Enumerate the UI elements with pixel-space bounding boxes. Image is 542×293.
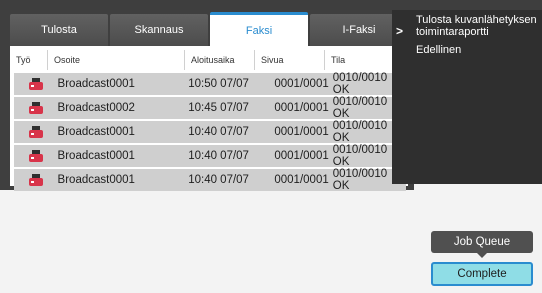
- fax-job-status-screen: Tulosta Skannaus Faksi I-Faksi Työ Osoit…: [0, 0, 542, 293]
- tab-print[interactable]: Tulosta: [10, 14, 108, 46]
- table-row[interactable]: Broadcast0001 10:40 07/07 0001/0001 0010…: [14, 120, 406, 144]
- row-pages: 0001/0001: [274, 78, 329, 90]
- table-header: Työ Osoite Aloitusaika Sivua Tila: [10, 50, 406, 70]
- mode-tabs: Tulosta Skannaus Faksi I-Faksi: [10, 12, 408, 46]
- row-address: Broadcast0002: [57, 102, 135, 114]
- row-start-time: 10:40 07/07: [188, 150, 249, 162]
- complete-label: Complete: [457, 268, 507, 280]
- job-rows: Broadcast0001 10:50 07/07 0001/0001 0010…: [14, 72, 406, 193]
- triangle-down-icon: [477, 253, 487, 258]
- chevron-right-icon[interactable]: >: [396, 24, 403, 38]
- row-address: Broadcast0001: [57, 78, 135, 90]
- row-start-time: 10:50 07/07: [188, 78, 249, 90]
- job-queue-label: Job Queue: [453, 236, 511, 248]
- row-pages: 0001/0001: [274, 150, 329, 162]
- row-start-time: 10:45 07/07: [188, 102, 249, 114]
- table-row[interactable]: Broadcast0001 10:50 07/07 0001/0001 0010…: [14, 72, 406, 96]
- top-bezel: [0, 0, 542, 10]
- fax-job-icon: [14, 174, 58, 186]
- table-row[interactable]: Broadcast0001 10:40 07/07 0001/0001 0010…: [14, 144, 406, 168]
- fax-job-icon: [14, 102, 58, 114]
- fax-job-icon: [14, 78, 58, 90]
- row-address: Broadcast0001: [57, 174, 135, 186]
- column-header-job: Työ: [10, 50, 48, 70]
- action-side-panel: > Tulosta kuvanlähetyksen toimintaraport…: [392, 10, 542, 184]
- row-pages: 0001/0001: [274, 102, 329, 114]
- row-pages: 0001/0001: [274, 174, 329, 186]
- row-start-time: 10:40 07/07: [188, 126, 249, 138]
- row-address: Broadcast0001: [57, 150, 135, 162]
- table-row[interactable]: Broadcast0001 10:40 07/07 0001/0001 0010…: [14, 168, 406, 192]
- menu-item-print-fax-report[interactable]: Tulosta kuvanlähetyksen toimintaraportti: [416, 14, 540, 38]
- row-pages: 0001/0001: [274, 126, 329, 138]
- row-start-time: 10:40 07/07: [188, 174, 249, 186]
- table-row[interactable]: Broadcast0002 10:45 07/07 0001/0001 0010…: [14, 96, 406, 120]
- column-header-start-time: Aloitusaika: [185, 50, 255, 70]
- row-address: Broadcast0001: [57, 126, 135, 138]
- tab-scan[interactable]: Skannaus: [110, 14, 208, 46]
- column-header-pages: Sivua: [255, 50, 325, 70]
- fax-job-icon: [14, 126, 58, 138]
- complete-button[interactable]: Complete: [431, 262, 533, 286]
- menu-item-previous[interactable]: Edellinen: [416, 44, 461, 56]
- fax-job-icon: [14, 150, 58, 162]
- tab-fax[interactable]: Faksi: [210, 12, 308, 46]
- job-queue-button[interactable]: Job Queue: [431, 231, 533, 258]
- column-header-address: Osoite: [48, 50, 185, 70]
